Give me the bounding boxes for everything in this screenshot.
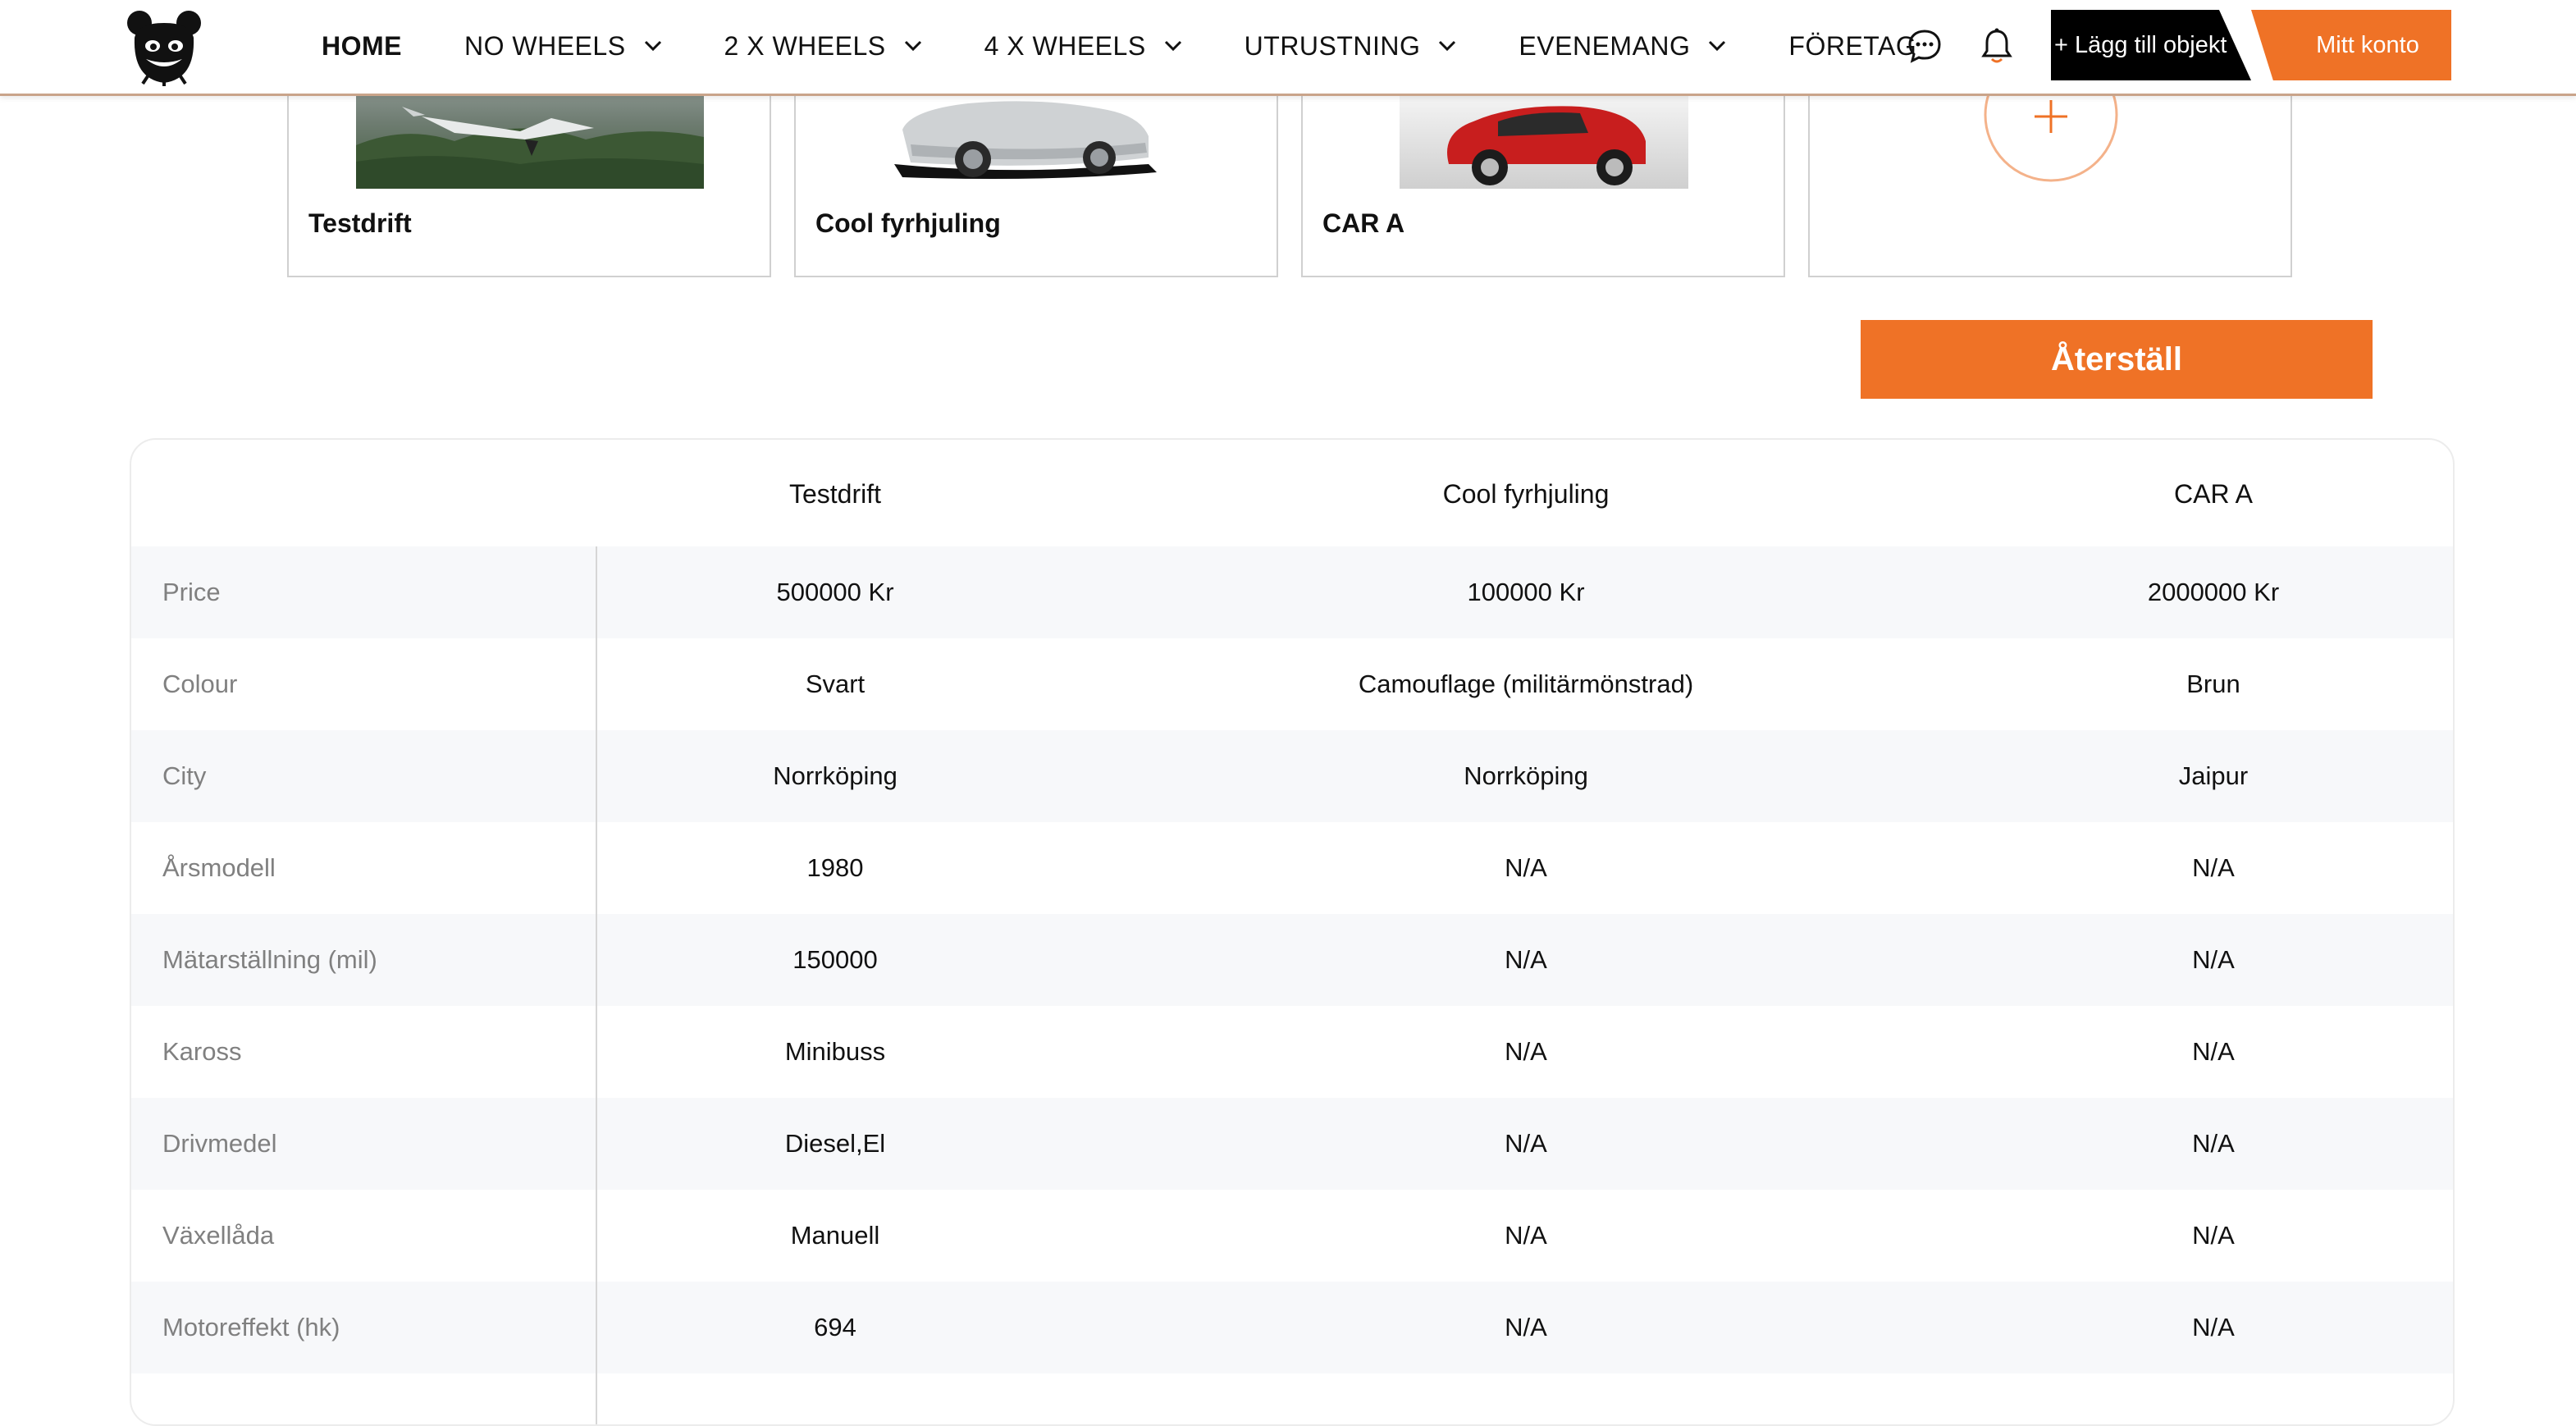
table-cell: 500000 Kr [776,578,894,606]
table-cell: N/A [2192,1221,2235,1250]
chevron-down-icon [1709,40,1726,52]
table-row: Växellåda Manuell N/A N/A [131,1190,2453,1282]
nav-item-label: HOME [322,30,402,61]
main-nav: HOME NO WHEELS 2 X WHEELS 4 X WHEELS UTR… [322,0,1979,92]
table-cell: 1980 [806,853,864,882]
card-title: CAR A [1322,208,1405,238]
nav-item-foretag[interactable]: FÖRETAG [1788,31,1916,62]
card-title: Testdrift [308,208,412,238]
table-cell: Norrköping [773,761,897,790]
chevron-down-icon [644,40,661,52]
nav-item-home[interactable]: HOME [322,31,402,62]
table-row: Price 500000 Kr 100000 Kr 2000000 Kr [131,546,2453,638]
table-row: City Norrköping Norrköping Jaipur [131,730,2453,822]
table-cell: Camouflage (militärmönstrad) [1358,670,1694,698]
table-cell: N/A [2192,1129,2235,1158]
table-cell: N/A [1505,1037,1547,1066]
table-row: Colour Svart Camouflage (militärmönstrad) B… [131,638,2453,730]
table-cell: Diesel,El [784,1129,886,1158]
nav-item-utrustning[interactable]: UTRUSTNING [1245,31,1457,62]
row-label: Colour [162,670,238,698]
add-object-button[interactable]: + Lägg till objekt [2051,10,2251,80]
table-row: Årsmodell 1980 N/A N/A [131,822,2453,914]
nav-item-2x-wheels[interactable]: 2 X WHEELS [724,31,922,62]
table-cell: Brun [2186,670,2240,698]
site-header: HOME NO WHEELS 2 X WHEELS 4 X WHEELS UTR… [0,0,2576,96]
table-cell: N/A [1505,853,1547,882]
row-label: Mätarställning (mil) [162,945,377,974]
nav-item-label: UTRUSTNING [1244,30,1421,61]
column-header: Cool fyrhjuling [1442,479,1610,509]
table-cell: N/A [1505,945,1547,974]
chat-bubble-icon[interactable] [1907,26,1943,66]
nav-item-label: EVENEMANG [1519,30,1691,61]
table-cell: Jaipur [2178,761,2249,790]
table-cell: 150000 [792,945,878,974]
table-cell: Svart [805,670,866,698]
reset-button[interactable]: Återställ [1861,320,2373,399]
compare-card[interactable]: CAR A [1301,66,1785,277]
nav-item-label: NO WHEELS [464,30,626,61]
nav-item-label: 4 X WHEELS [984,30,1146,61]
column-header: CAR A [2173,479,2254,509]
table-cell: N/A [2192,1037,2235,1066]
table-row: Motoreffekt (hk) 694 N/A N/A [131,1282,2453,1373]
table-cell: N/A [1505,1313,1547,1341]
chevron-down-icon [1164,40,1181,52]
my-account-button[interactable]: Mitt konto [2251,10,2451,80]
column-header: Testdrift [788,479,882,509]
table-row: Drivmedel Diesel,El N/A N/A [131,1098,2453,1190]
nav-item-4x-wheels[interactable]: 4 X WHEELS [984,31,1182,62]
table-cell: 100000 Kr [1467,578,1585,606]
row-label: Price [162,578,221,606]
add-compare-card[interactable] [1808,66,2292,277]
nav-item-evenemang[interactable]: EVENEMANG [1519,31,1726,62]
row-label: Drivmedel [162,1129,277,1158]
table-cell: Norrköping [1464,761,1588,790]
compare-card[interactable]: Testdrift [287,66,771,277]
table-row: Mätarställning (mil) 150000 N/A N/A [131,914,2453,1006]
card-title: Cool fyrhjuling [815,208,1001,238]
row-label: Årsmodell [162,853,276,882]
table-cell: Minibuss [784,1037,886,1066]
chevron-down-icon [1439,40,1456,52]
table-cell: 694 [814,1313,856,1341]
row-label: Växellåda [162,1221,275,1250]
row-label: Kaross [162,1037,242,1066]
table-cell: 2000000 Kr [2147,578,2280,606]
row-label: Motoreffekt (hk) [162,1313,340,1341]
table-cell: N/A [1505,1129,1547,1158]
table-cell: N/A [2192,853,2235,882]
table-cell: N/A [1505,1221,1547,1250]
nav-item-label: 2 X WHEELS [724,30,886,61]
row-label: City [162,761,207,790]
table-row: Kaross Minibuss N/A N/A [131,1006,2453,1098]
table-cell: N/A [2192,1313,2235,1341]
compare-card[interactable]: Cool fyrhjuling [794,66,1278,277]
table-header: Testdrift Cool fyrhjuling CAR A [131,440,2453,546]
table-cell: Manuell [790,1221,880,1250]
nav-item-label: FÖRETAG [1788,30,1917,61]
nav-item-no-wheels[interactable]: NO WHEELS [464,31,662,62]
chevron-down-icon [904,40,921,52]
table-cell: N/A [2192,945,2235,974]
bear-mascot-logo[interactable] [125,5,203,87]
comparison-table: Testdrift Cool fyrhjuling CAR A Price 500… [130,438,2455,1426]
column-divider [596,546,597,1424]
bell-icon[interactable] [1979,26,2015,66]
